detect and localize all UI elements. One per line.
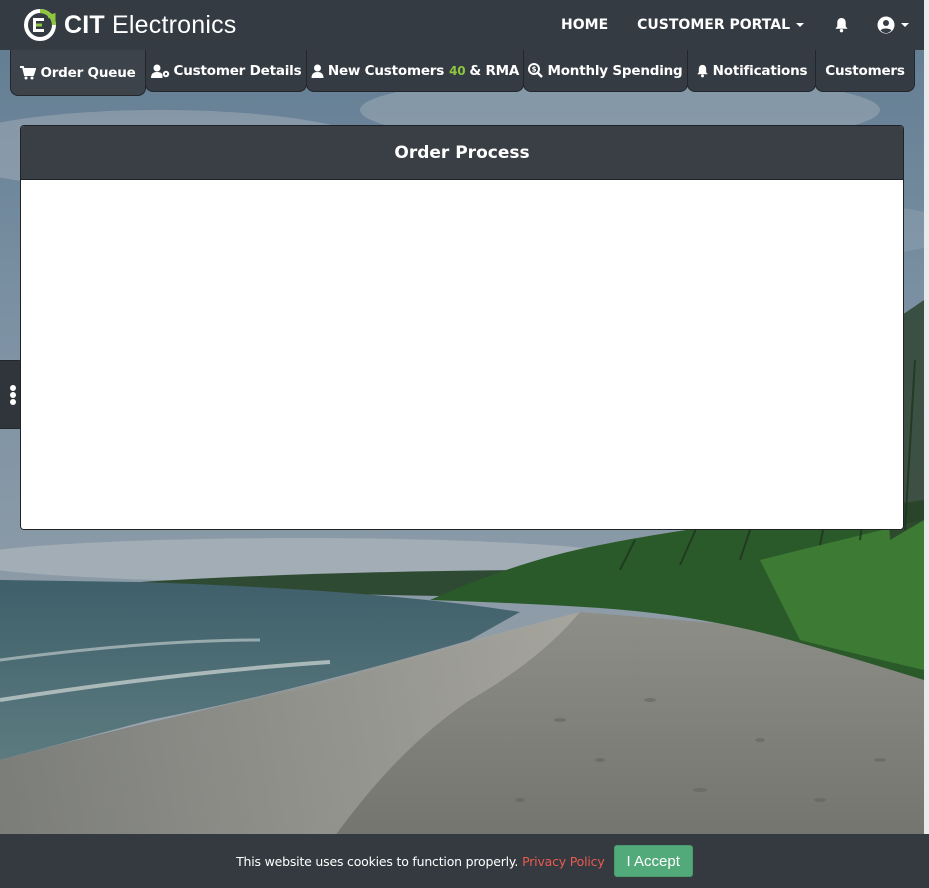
card-header: Order Process	[21, 126, 903, 180]
card-body	[21, 180, 903, 529]
cookie-accept-button[interactable]: I Accept	[613, 845, 693, 877]
tab-order-queue-label: Order Queue	[40, 64, 136, 81]
new-customers-count-badge: 40	[449, 63, 466, 78]
card-title: Order Process	[394, 142, 530, 163]
tab-monthly-spending[interactable]: $ Monthly Spending	[523, 50, 688, 92]
tab-customer-details-label: Customer Details	[173, 62, 302, 79]
vertical-ellipsis-icon	[9, 384, 16, 405]
tab-order-queue[interactable]: Order Queue	[10, 50, 146, 96]
tab-new-customers-label: New Customers	[327, 62, 445, 79]
tab-notifications[interactable]: Notifications	[687, 50, 816, 92]
page-scrollbar[interactable]	[924, 0, 929, 888]
svg-text:$: $	[532, 66, 537, 74]
user-gear-icon	[150, 64, 170, 78]
cit-logo-icon	[24, 9, 56, 41]
caret-down-icon	[796, 23, 804, 27]
nav-customer-portal-dropdown[interactable]: CUSTOMER PORTAL	[637, 0, 804, 50]
privacy-policy-link[interactable]: Privacy Policy	[522, 854, 605, 869]
bell-icon	[696, 64, 709, 78]
brand-name: CIT Electronics	[64, 10, 237, 39]
brand[interactable]: CIT Electronics	[24, 9, 237, 41]
nav-customer-portal-label: CUSTOMER PORTAL	[637, 17, 790, 33]
cart-icon	[20, 65, 37, 80]
tab-customer-details[interactable]: Customer Details	[145, 50, 307, 92]
tab-monthly-spending-label: Monthly Spending	[547, 62, 683, 79]
tab-new-customers-rma[interactable]: New Customers 40 & RMA	[306, 50, 524, 92]
tab-customers[interactable]: Customers	[815, 50, 915, 92]
order-process-card: Order Process	[20, 125, 904, 530]
cookie-message: This website uses cookies to function pr…	[236, 853, 519, 869]
caret-down-icon	[901, 23, 909, 27]
nav-home-link[interactable]: HOME	[561, 0, 608, 50]
nav-home-label: HOME	[561, 17, 609, 33]
nav-user-menu[interactable]	[877, 0, 909, 50]
tab-notifications-label: Notifications	[712, 62, 808, 79]
user-icon	[311, 64, 324, 78]
magnify-dollar-icon: $	[528, 63, 544, 78]
tab-customers-label: Customers	[825, 62, 905, 79]
bell-icon	[834, 17, 848, 33]
nav-notifications-button[interactable]	[832, 0, 850, 50]
user-circle-icon	[877, 16, 895, 34]
tab-rma-label: & RMA	[469, 62, 520, 79]
top-navbar: CIT Electronics HOME CUSTOMER PORTAL	[0, 0, 924, 50]
cookie-consent-bar: This website uses cookies to function pr…	[0, 834, 929, 888]
